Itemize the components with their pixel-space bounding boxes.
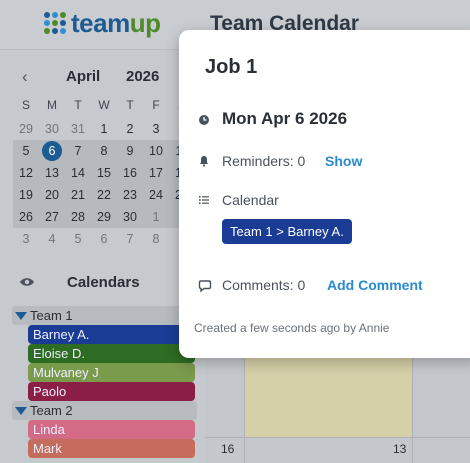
event-details-popup: Job 1 Mon Apr 6 2026 Reminders: 0 Show C… xyxy=(179,30,470,358)
mini-calendar-day[interactable]: 30 xyxy=(117,206,143,228)
weekday-label: T xyxy=(74,98,82,112)
grid-divider xyxy=(205,437,470,438)
mini-calendar-day[interactable]: 8 xyxy=(91,140,117,162)
mini-calendar-day[interactable]: 21 xyxy=(65,184,91,206)
mini-calendar-day[interactable]: 10 xyxy=(143,140,169,162)
event-block[interactable] xyxy=(245,356,412,438)
caret-down-icon[interactable] xyxy=(15,311,27,320)
calendar-item-mulvaney[interactable]: Mulvaney J xyxy=(28,363,195,382)
mini-calendar-week: 26 27 28 29 30 1 2 xyxy=(13,206,195,228)
mini-calendar-week: 19 20 21 22 23 24 25 xyxy=(13,184,195,206)
mini-calendar-day[interactable]: 9 xyxy=(117,140,143,162)
mini-calendar-week-selected: 5 6 7 8 9 10 11 xyxy=(13,140,195,162)
mini-calendar-day[interactable]: 23 xyxy=(117,184,143,206)
logo-text: teamup xyxy=(71,8,161,38)
eye-icon[interactable] xyxy=(19,277,35,287)
calendar-item-paolo[interactable]: Paolo xyxy=(28,382,195,401)
mini-calendar-week: 3 4 5 6 7 8 9 xyxy=(13,228,195,250)
event-date: Mon Apr 6 2026 xyxy=(222,109,348,128)
weekday-label: F xyxy=(152,98,160,112)
mini-calendar-day[interactable]: 6 xyxy=(91,228,117,250)
mini-calendar-day[interactable]: 16 xyxy=(117,162,143,184)
mini-calendar-day[interactable]: 4 xyxy=(39,228,65,250)
chevron-left-icon[interactable]: ‹ xyxy=(22,67,28,87)
calendar-item-mark[interactable]: Mark xyxy=(28,439,195,458)
mini-calendar-day[interactable]: 29 xyxy=(13,118,39,140)
show-reminders-link[interactable]: Show xyxy=(325,153,362,169)
grid-day-number[interactable]: 13 xyxy=(393,442,406,456)
list-icon xyxy=(199,196,209,204)
mini-calendar-day[interactable]: 17 xyxy=(143,162,169,184)
mini-calendar-day[interactable]: 3 xyxy=(13,228,39,250)
mini-calendar-day[interactable]: 27 xyxy=(39,206,65,228)
calendar-chip[interactable]: Team 1 > Barney A. xyxy=(222,219,352,244)
calendar-item-barney[interactable]: Barney A. xyxy=(28,325,195,344)
bell-icon xyxy=(199,156,209,167)
mini-calendar-header: ‹ April 2026 xyxy=(0,65,205,89)
weekday-label: W xyxy=(98,98,110,112)
mini-calendar-day[interactable]: 14 xyxy=(65,162,91,184)
mini-calendar-month[interactable]: April xyxy=(66,68,100,85)
mini-calendar-day[interactable]: 12 xyxy=(13,162,39,184)
calendar-group-team-2[interactable]: Team 2 xyxy=(12,401,197,420)
teamup-logo[interactable]: teamup xyxy=(44,8,161,38)
mini-calendar-day[interactable]: 8 xyxy=(143,228,169,250)
calendars-header: Calendars xyxy=(0,270,205,296)
calendar-label: Calendar xyxy=(222,192,279,208)
created-info: Created a few seconds ago by Annie xyxy=(194,321,390,335)
mini-calendar-day[interactable]: 7 xyxy=(65,140,91,162)
mini-calendar-day[interactable]: 1 xyxy=(91,118,117,140)
mini-calendar-day[interactable]: 15 xyxy=(91,162,117,184)
grid-divider xyxy=(412,341,413,463)
mini-calendar-day[interactable]: 22 xyxy=(91,184,117,206)
event-title: Job 1 xyxy=(205,56,258,78)
weekday-label: T xyxy=(126,98,134,112)
mini-calendar-day[interactable]: 30 xyxy=(39,118,65,140)
calendars-header-label: Calendars xyxy=(67,274,140,291)
mini-calendar: S M T W T F S 29 30 31 1 2 3 4 5 6 7 xyxy=(13,98,195,250)
mini-calendar-day[interactable]: 19 xyxy=(13,184,39,206)
mini-calendar-day[interactable]: 5 xyxy=(13,140,39,162)
mini-calendar-day[interactable]: 7 xyxy=(117,228,143,250)
calendar-item-linda[interactable]: Linda xyxy=(28,420,195,439)
calendar-group-label: Team 2 xyxy=(30,403,73,418)
calendar-item-eloise[interactable]: Eloise D. xyxy=(28,344,195,363)
comments-label: Comments: 0 xyxy=(222,277,306,293)
calendar-group-label: Team 1 xyxy=(30,308,73,323)
mini-calendar-day[interactable]: 2 xyxy=(117,118,143,140)
mini-calendar-day[interactable]: 24 xyxy=(143,184,169,206)
mini-calendar-day[interactable]: 26 xyxy=(13,206,39,228)
clock-icon xyxy=(199,115,209,125)
mini-calendar-day[interactable]: 20 xyxy=(39,184,65,206)
mini-calendar-year[interactable]: 2026 xyxy=(126,68,159,85)
mini-calendar-week: 12 13 14 15 16 17 18 xyxy=(13,162,195,184)
mini-calendar-week: 29 30 31 1 2 3 4 xyxy=(13,118,195,140)
add-comment-link[interactable]: Add Comment xyxy=(327,277,423,293)
caret-down-icon[interactable] xyxy=(15,406,27,415)
mini-calendar-weekdays: S M T W T F S xyxy=(13,98,195,118)
mini-calendar-day[interactable]: 31 xyxy=(65,118,91,140)
calendar-group-team-1[interactable]: Team 1 xyxy=(12,306,197,325)
mini-calendar-day[interactable]: 13 xyxy=(39,162,65,184)
calendar-list: Team 1 Barney A. Eloise D. Mulvaney J Pa… xyxy=(12,306,197,458)
comments-icon xyxy=(198,280,212,293)
sidebar: ‹ April 2026 S M T W T F S 29 30 31 1 2 … xyxy=(0,51,205,463)
mini-calendar-day[interactable]: 3 xyxy=(143,118,169,140)
reminders-label: Reminders: 0 xyxy=(222,153,306,169)
weekday-label: S xyxy=(21,98,30,112)
weekday-label: M xyxy=(47,98,57,112)
mini-calendar-day[interactable]: 5 xyxy=(65,228,91,250)
logo-mark-icon xyxy=(44,12,66,34)
mini-calendar-today[interactable]: 6 xyxy=(39,140,65,162)
mini-calendar-day[interactable]: 29 xyxy=(91,206,117,228)
mini-calendar-day[interactable]: 28 xyxy=(65,206,91,228)
grid-day-number[interactable]: 16 xyxy=(221,442,234,456)
mini-calendar-day[interactable]: 1 xyxy=(143,206,169,228)
